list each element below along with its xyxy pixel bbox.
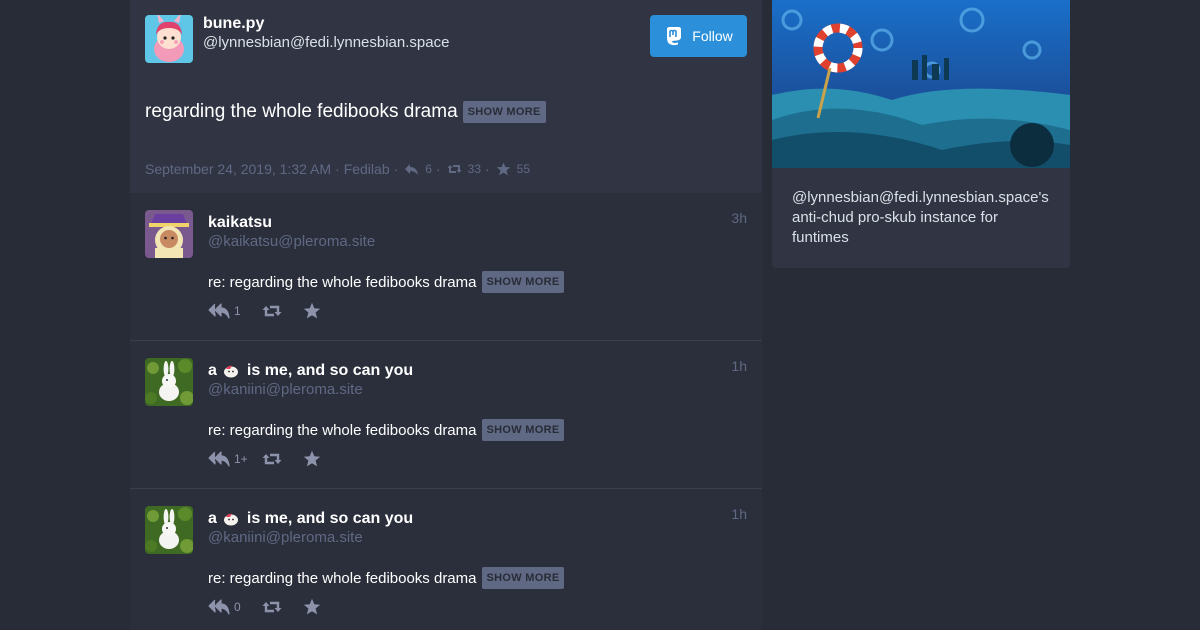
- avatar[interactable]: [145, 15, 193, 63]
- meta-separator: ·: [393, 161, 399, 177]
- avatar[interactable]: [145, 210, 193, 258]
- reply-action-bar: 1+: [208, 450, 321, 468]
- reply-count: 6: [425, 162, 432, 176]
- reply-content: re: regarding the whole fedibooks drama …: [208, 419, 565, 441]
- reply-content: re: regarding the whole fedibooks drama …: [208, 567, 565, 589]
- display-name[interactable]: bune.py: [203, 15, 264, 33]
- reply-display-name-suffix: is me, and so can you: [246, 362, 414, 379]
- reply-icon[interactable]: [208, 598, 230, 616]
- reply-account-handle: @kaikatsu@pleroma.site: [208, 233, 376, 250]
- boost-icon[interactable]: [262, 599, 282, 615]
- reply-display-name[interactable]: kaikatsu: [208, 214, 272, 232]
- blob-emoji-icon: [223, 513, 238, 526]
- reply-status[interactable]: a is me, and so can you @kaniini@pleroma…: [130, 340, 762, 488]
- star-icon[interactable]: [303, 302, 321, 320]
- reply-icon[interactable]: [404, 162, 419, 176]
- account-handle: @lynnesbian@fedi.lynnesbian.space: [203, 34, 450, 51]
- avatar[interactable]: [145, 506, 193, 554]
- meta-separator: ·: [335, 161, 340, 177]
- instance-banner: [772, 0, 1070, 168]
- reply-status[interactable]: kaikatsu @kaikatsu@pleroma.site 3h re: r…: [130, 193, 762, 340]
- status-timestamp[interactable]: September 24, 2019, 1:32 AM: [145, 161, 331, 177]
- status-content: regarding the whole fedibooks drama SHOW…: [145, 101, 546, 123]
- show-more-button[interactable]: SHOW MORE: [462, 101, 546, 123]
- star-icon[interactable]: [496, 162, 511, 176]
- meta-separator: ·: [485, 161, 490, 177]
- reply-icon[interactable]: [208, 302, 230, 320]
- blob-emoji-icon: [223, 365, 238, 378]
- instance-description: @lynnesbian@fedi.lynnesbian.space's anti…: [792, 189, 1049, 246]
- boost-count: 33: [467, 162, 481, 176]
- thread-column: bune.py @lynnesbian@fedi.lynnesbian.spac…: [130, 0, 762, 630]
- follow-label: Follow: [692, 28, 733, 44]
- star-icon[interactable]: [303, 598, 321, 616]
- follow-button[interactable]: Follow: [650, 15, 747, 57]
- reply-status[interactable]: a is me, and so can you @kaniini@pleroma…: [130, 488, 762, 630]
- reply-icon[interactable]: [208, 450, 230, 468]
- show-more-button[interactable]: SHOW MORE: [481, 419, 565, 441]
- reply-display-name[interactable]: a is me, and so can you: [208, 510, 413, 528]
- reply-count: 1: [234, 304, 241, 318]
- reply-account-handle: @kaniini@pleroma.site: [208, 381, 363, 398]
- reply-text: re: regarding the whole fedibooks drama: [208, 273, 477, 291]
- status-application[interactable]: Fedilab: [344, 161, 390, 177]
- show-more-button[interactable]: SHOW MORE: [481, 567, 565, 589]
- avatar[interactable]: [145, 358, 193, 406]
- instance-card: @lynnesbian@fedi.lynnesbian.space's anti…: [772, 0, 1070, 268]
- favourite-count: 55: [516, 162, 531, 176]
- star-icon[interactable]: [303, 450, 321, 468]
- show-more-button[interactable]: SHOW MORE: [481, 271, 565, 293]
- reply-display-name-text: kaikatsu: [208, 214, 273, 231]
- reply-account-handle: @kaniini@pleroma.site: [208, 529, 363, 546]
- reply-time[interactable]: 1h: [731, 358, 747, 374]
- reply-count: 1+: [234, 452, 248, 466]
- reply-content: re: regarding the whole fedibooks drama …: [208, 271, 565, 293]
- boost-icon[interactable]: [262, 451, 282, 467]
- boost-icon[interactable]: [447, 162, 462, 176]
- reply-display-name-prefix: a: [208, 362, 217, 379]
- reply-display-name[interactable]: a is me, and so can you: [208, 362, 413, 380]
- reply-time[interactable]: 3h: [731, 210, 747, 226]
- status-text: regarding the whole fedibooks drama: [145, 101, 458, 122]
- status-meta: September 24, 2019, 1:32 AM · Fedilab · …: [145, 161, 530, 177]
- mastodon-logo-icon: [667, 27, 682, 46]
- reply-action-bar: 1: [208, 302, 321, 320]
- reply-action-bar: 0: [208, 598, 321, 616]
- boost-icon[interactable]: [262, 303, 282, 319]
- reply-display-name-suffix: is me, and so can you: [246, 510, 414, 527]
- reply-display-name-prefix: a: [208, 510, 217, 527]
- reply-time[interactable]: 1h: [731, 506, 747, 522]
- reply-text: re: regarding the whole fedibooks drama: [208, 569, 477, 587]
- reply-count: 0: [234, 600, 241, 614]
- reply-text: re: regarding the whole fedibooks drama: [208, 421, 477, 439]
- meta-separator: ·: [435, 161, 441, 177]
- main-status: bune.py @lynnesbian@fedi.lynnesbian.spac…: [130, 0, 762, 193]
